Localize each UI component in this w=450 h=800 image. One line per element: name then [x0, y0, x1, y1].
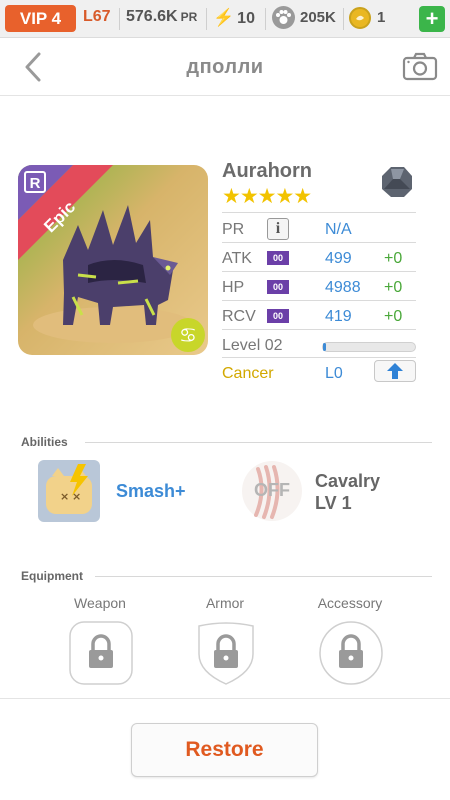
divider [265, 8, 266, 30]
element-gem-icon[interactable] [380, 165, 414, 199]
coin-icon [349, 7, 371, 29]
page-title: дполли [186, 56, 264, 78]
divider [222, 300, 416, 301]
leader-skill-level: LV 1 [315, 493, 352, 513]
divider [222, 357, 416, 358]
stat-label: RCV [222, 308, 256, 325]
stat-value: 499 [325, 250, 352, 267]
power-value: 576.6K [126, 8, 178, 25]
camera-button[interactable] [402, 52, 438, 82]
skill-icon[interactable]: × × [38, 460, 100, 522]
divider [222, 271, 416, 272]
arrow-up-icon [387, 363, 403, 379]
paw-icon [272, 6, 295, 29]
vip-badge[interactable]: VIP 4 [5, 5, 76, 32]
stat-label: ATK [222, 250, 252, 267]
header: дполли [0, 38, 450, 96]
stat-badge: 00 [267, 251, 289, 265]
leader-skill-title: Cavalry [315, 471, 381, 491]
upgrade-sign-button[interactable] [374, 360, 416, 382]
add-currency-button[interactable]: + [419, 6, 445, 32]
accessory-label: Accessory [317, 595, 383, 611]
power-unit: PR [180, 10, 198, 24]
armor-slot[interactable] [193, 620, 259, 686]
stat-value: 419 [325, 308, 352, 325]
svg-text:×: × [72, 490, 81, 503]
section-divider [95, 576, 432, 577]
stat-row-hp: HP 00 4988 +0 [222, 276, 422, 300]
skill-name[interactable]: Smash+ [116, 481, 186, 502]
weapon-slot[interactable] [68, 620, 134, 686]
section-divider [85, 442, 432, 443]
lightning-icon: ⚡ [213, 8, 235, 27]
stat-row-atk: ATK 00 499 +0 [222, 247, 422, 271]
restore-button[interactable]: Restore [131, 723, 318, 777]
zodiac-sign: Cancer [222, 365, 274, 382]
rarity-badge-letter: R [30, 175, 41, 192]
stat-value: 4988 [325, 279, 361, 296]
stat-label: HP [222, 279, 245, 296]
player-level: L67 [83, 8, 111, 25]
divider [222, 242, 416, 243]
stat-row-rcv: RCV 00 419 +0 [222, 305, 422, 329]
divider [343, 8, 344, 30]
level-progress-fill [323, 343, 326, 351]
stat-badge: 00 [267, 309, 289, 323]
divider [0, 698, 450, 699]
pr-value: N/A [325, 221, 352, 238]
level-label: Level 02 [222, 337, 283, 354]
leader-skill-state: OFF [254, 480, 290, 500]
svg-text:×: × [60, 490, 69, 503]
weapon-label: Weapon [74, 595, 126, 611]
divider [222, 212, 416, 213]
pr-row: PR i N/A [222, 218, 422, 242]
leader-skill-name[interactable]: Cavalry LV 1 [315, 470, 380, 514]
pr-label: PR [222, 221, 245, 238]
armor-label: Armor [205, 595, 245, 611]
stat-bonus: +0 [384, 279, 403, 296]
abilities-label: Abilities [21, 435, 68, 449]
hero-name: Aurahorn [222, 160, 312, 182]
equipment-label: Equipment [21, 569, 83, 583]
stat-bonus: +0 [384, 308, 403, 325]
info-icon[interactable]: i [267, 218, 289, 240]
divider [222, 329, 416, 330]
level-row: Level 02 [222, 334, 422, 358]
level-progress-bar [322, 342, 416, 352]
stat-badge: 00 [267, 280, 289, 294]
hero-image: Epic R ♋ [18, 165, 208, 355]
energy-value: 10 [237, 10, 255, 27]
power-rating: 576.6K PR [126, 8, 197, 26]
accessory-slot[interactable] [318, 620, 384, 686]
zodiac-level: L0 [325, 365, 343, 382]
coin-value: 1 [377, 9, 386, 26]
hero-portrait[interactable]: Epic R ♋ [18, 165, 208, 355]
stat-bonus: +0 [384, 250, 403, 267]
status-bar: VIP 4 L67 576.6K PR ⚡ 10 205K 1 + [0, 0, 450, 38]
divider [119, 8, 120, 30]
divider [206, 8, 207, 30]
svg-text:♋: ♋ [179, 323, 197, 347]
camera-icon [402, 52, 438, 81]
paw-value: 205K [300, 9, 336, 26]
star-rating: ★★★★★ [222, 185, 312, 208]
energy-counter[interactable]: ⚡ 10 [213, 8, 255, 28]
